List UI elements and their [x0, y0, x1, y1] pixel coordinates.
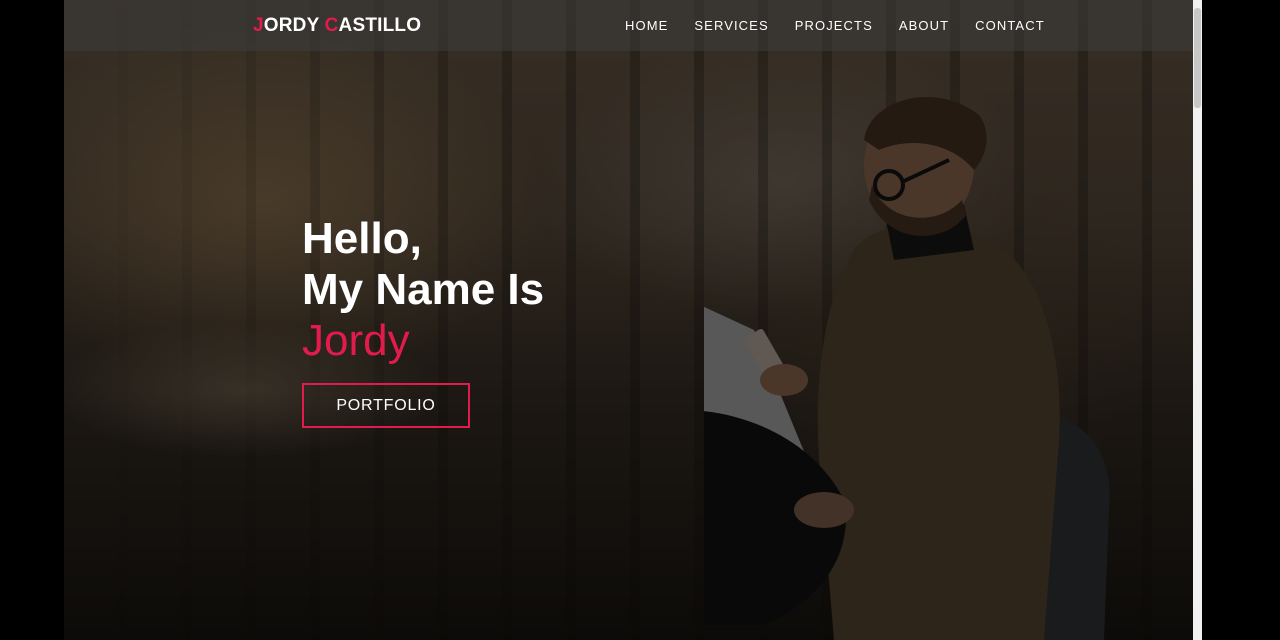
scrollbar-thumb[interactable] — [1194, 8, 1201, 108]
hero-heading: Hello, My Name Is Jordy — [302, 213, 544, 366]
hero-name: Jordy — [302, 316, 410, 365]
logo-first-name: ORDY — [263, 15, 325, 36]
nav-contact[interactable]: CONTACT — [975, 18, 1045, 33]
logo-last-name: ASTILLO — [338, 15, 422, 36]
nav-services[interactable]: SERVICES — [694, 18, 768, 33]
page-viewport: JORDY CASTILLO HOME SERVICES PROJECTS AB… — [64, 0, 1193, 640]
nav-about[interactable]: ABOUT — [899, 18, 949, 33]
site-header: JORDY CASTILLO HOME SERVICES PROJECTS AB… — [64, 0, 1193, 51]
main-nav: HOME SERVICES PROJECTS ABOUT CONTACT — [625, 18, 1045, 33]
hero-intro: My Name Is — [302, 265, 545, 314]
site-logo[interactable]: JORDY CASTILLO — [253, 15, 421, 37]
hero-dark-overlay — [64, 0, 1193, 640]
nav-home[interactable]: HOME — [625, 18, 668, 33]
portfolio-button[interactable]: PORTFOLIO — [302, 383, 470, 428]
logo-initial-last: C — [324, 15, 339, 36]
hero-greeting: Hello, — [302, 214, 422, 263]
nav-projects[interactable]: PROJECTS — [795, 18, 873, 33]
logo-initial-first: J — [253, 15, 264, 36]
